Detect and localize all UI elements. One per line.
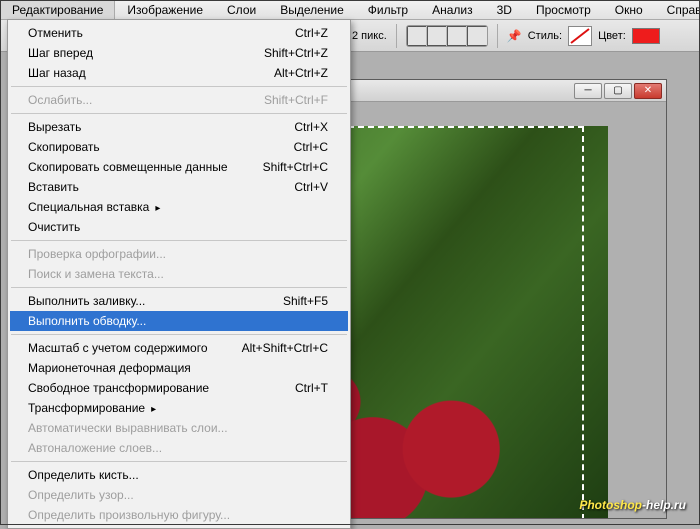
menu-item[interactable]: Трансформирование [10,398,348,418]
menu-3d[interactable]: 3D [485,0,524,19]
menu-item: Автоналожение слоев... [10,438,348,458]
menu-item: Проверка орфографии... [10,244,348,264]
menu-item[interactable]: Скопировать совмещенные данныеShift+Ctrl… [10,157,348,177]
mode-add-icon[interactable] [427,26,447,46]
separator [396,24,397,48]
menu-item[interactable]: Масштаб с учетом содержимогоAlt+Shift+Ct… [10,338,348,358]
feather-value[interactable]: 2 пикс. [352,30,387,42]
menu-item: Определить узор... [10,485,348,505]
separator [497,24,498,48]
menu-item: Поиск и замена текста... [10,264,348,284]
mode-new-icon[interactable] [407,26,427,46]
menu-item[interactable]: Выполнить заливку...Shift+F5 [10,291,348,311]
menu-item[interactable]: Специальная вставка [10,197,348,217]
menu-справка[interactable]: Справка [655,0,700,19]
close-button[interactable]: ✕ [634,83,662,99]
menu-item[interactable]: Определить кисть... [10,465,348,485]
menu-item: Ослабить...Shift+Ctrl+F [10,90,348,110]
menu-редактирование[interactable]: Редактирование [0,0,115,19]
pin-icon[interactable]: 📌 [507,29,522,43]
menu-item[interactable]: ВставитьCtrl+V [10,177,348,197]
color-swatch[interactable] [632,28,660,44]
menu-item[interactable]: ОтменитьCtrl+Z [10,23,348,43]
menu-выделение[interactable]: Выделение [268,0,356,19]
minimize-button[interactable]: ─ [574,83,602,99]
menu-item[interactable]: Марионеточная деформация [10,358,348,378]
color-label: Цвет: [598,30,626,42]
selection-mode-group [406,25,488,47]
style-label: Стиль: [528,30,562,42]
menu-фильтр[interactable]: Фильтр [356,0,420,19]
mode-subtract-icon[interactable] [447,26,467,46]
menu-просмотр[interactable]: Просмотр [524,0,603,19]
menu-item[interactable]: Шаг назадAlt+Ctrl+Z [10,63,348,83]
menu-анализ[interactable]: Анализ [420,0,485,19]
menubar: РедактированиеИзображениеСлоиВыделениеФи… [0,0,700,20]
menu-item[interactable]: Выполнить обводку... [10,311,348,331]
edit-menu-dropdown: ОтменитьCtrl+ZШаг впередShift+Ctrl+ZШаг … [7,19,351,529]
menu-item: Автоматически выравнивать слои... [10,418,348,438]
style-none-swatch[interactable] [568,26,592,46]
menu-item[interactable]: СкопироватьCtrl+C [10,137,348,157]
watermark: Photoshop-help.ru [579,493,686,515]
menu-item[interactable]: Очистить [10,217,348,237]
menu-item[interactable]: Свободное трансформированиеCtrl+T [10,378,348,398]
menu-изображение[interactable]: Изображение [115,0,215,19]
menu-окно[interactable]: Окно [603,0,655,19]
menu-слои[interactable]: Слои [215,0,268,19]
maximize-button[interactable]: ▢ [604,83,632,99]
mode-intersect-icon[interactable] [467,26,487,46]
menu-item[interactable]: Шаг впередShift+Ctrl+Z [10,43,348,63]
menu-item[interactable]: ВырезатьCtrl+X [10,117,348,137]
menu-item: Определить произвольную фигуру... [10,505,348,525]
